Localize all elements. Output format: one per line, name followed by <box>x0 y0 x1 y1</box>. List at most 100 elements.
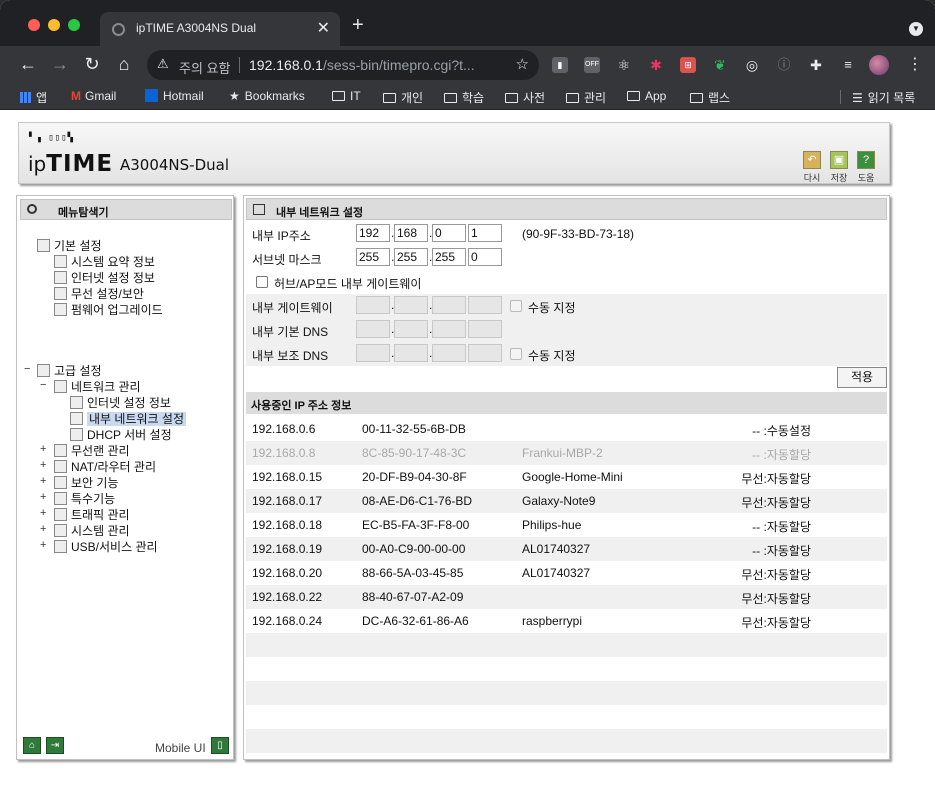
menu-system-management[interactable]: 시스템 관리 <box>54 522 130 539</box>
menu-traffic[interactable]: 트래픽 관리 <box>54 506 130 523</box>
dns2-octet-4[interactable] <box>468 344 502 362</box>
gateway-octet-3[interactable] <box>432 296 466 314</box>
bookmark-folder-study[interactable]: 학습 <box>444 89 484 106</box>
expand-icon[interactable]: + <box>40 507 46 519</box>
url-text[interactable]: 192.168.0.1/sess-bin/timepro.cgi?t... <box>249 57 475 73</box>
info-extension-icon[interactable]: ⓘ <box>776 57 792 73</box>
expand-icon[interactable]: + <box>40 523 46 535</box>
target-extension-icon[interactable]: ◎ <box>744 57 760 73</box>
reading-list-button[interactable]: ☰ 읽기 목록 <box>852 89 915 106</box>
expand-icon[interactable]: + <box>40 459 46 471</box>
home-icon[interactable]: ⌂ <box>23 737 41 754</box>
expand-icon[interactable]: + <box>40 475 46 487</box>
logout-icon[interactable]: ⇥ <box>46 737 64 754</box>
menu-network-management[interactable]: 네트워크 관리 <box>54 378 141 395</box>
back-arrow-icon[interactable]: ← <box>18 54 38 74</box>
bookmark-apps[interactable]: 앱 <box>20 89 47 106</box>
bookmark-folder-it[interactable]: IT <box>332 89 361 103</box>
expand-icon[interactable]: + <box>40 491 46 503</box>
security-status[interactable]: 주의 요함 <box>179 58 230 77</box>
undo-icon[interactable]: ↶ <box>803 151 821 169</box>
mobile-ui-label[interactable]: Mobile UI <box>155 741 206 755</box>
menu-internet-info[interactable]: 인터넷 설정 정보 <box>54 269 155 286</box>
ip-octet-3[interactable]: 0 <box>432 224 466 242</box>
menu-system-summary[interactable]: 시스템 요약 정보 <box>54 253 155 270</box>
home-icon[interactable]: ⌂ <box>114 54 134 74</box>
mobile-phone-icon[interactable]: ▯ <box>211 737 229 754</box>
expand-icon[interactable]: + <box>40 539 46 551</box>
subnet-octet-3[interactable]: 255 <box>432 248 466 266</box>
menu-internet-settings[interactable]: 인터넷 설정 정보 <box>70 394 171 411</box>
subnet-octet-2[interactable]: 255 <box>394 248 428 266</box>
dns2-octet-3[interactable] <box>432 344 466 362</box>
collapse-advanced-icon[interactable]: − <box>24 363 30 375</box>
gateway-manual-checkbox[interactable] <box>510 300 522 312</box>
profile-avatar[interactable] <box>869 55 889 75</box>
menu-special-features[interactable]: 특수기능 <box>54 490 115 507</box>
bookmark-folder-manage[interactable]: 관리 <box>566 89 606 106</box>
office-extension-icon[interactable]: ▮ <box>552 57 568 73</box>
bookmark-bookmarks[interactable]: ★ Bookmarks <box>229 89 305 103</box>
apply-button[interactable]: 적용 <box>837 367 887 388</box>
browser-tab[interactable]: ipTIME A3004NS Dual ✕ <box>100 12 340 46</box>
save-label[interactable]: 저장 <box>824 171 854 184</box>
close-window-button[interactable] <box>28 19 40 31</box>
subnet-octet-4[interactable]: 0 <box>468 248 502 266</box>
menu-basic-settings[interactable]: 기본 설정 <box>37 237 102 254</box>
tab-close-icon[interactable]: ✕ <box>317 18 330 38</box>
dns1-octet-2[interactable] <box>394 320 428 338</box>
media-queue-icon[interactable]: ≡ <box>840 57 856 73</box>
minimize-window-button[interactable] <box>48 19 60 31</box>
dns1-octet-4[interactable] <box>468 320 502 338</box>
menu-nat-router[interactable]: NAT/라우터 관리 <box>54 458 156 475</box>
dns2-octet-1[interactable] <box>356 344 390 362</box>
collapse-network-icon[interactable]: − <box>40 379 46 391</box>
new-tab-button[interactable]: + <box>352 14 364 37</box>
dns-manual-checkbox[interactable] <box>510 348 522 360</box>
sitemap-extension-icon[interactable]: ⊞ <box>680 57 696 73</box>
bookmark-folder-labs[interactable]: 랩스 <box>690 89 730 106</box>
extensions-puzzle-icon[interactable]: ✚ <box>808 57 824 73</box>
expand-icon[interactable]: + <box>40 443 46 455</box>
bookmark-folder-dictionary[interactable]: 사전 <box>505 89 545 106</box>
gateway-octet-2[interactable] <box>394 296 428 314</box>
menu-lan-settings[interactable]: 내부 네트워크 설정 <box>70 410 186 427</box>
tab-search-icon[interactable]: ▼ <box>909 22 923 36</box>
evernote-extension-icon[interactable]: ❦ <box>712 57 728 73</box>
reload-icon[interactable]: ↻ <box>82 54 102 74</box>
menu-firmware-upgrade[interactable]: 펌웨어 업그레이드 <box>54 301 163 318</box>
menu-wireless-management[interactable]: 무선랜 관리 <box>54 442 130 459</box>
react-extension-icon[interactable]: ⚛ <box>616 57 632 73</box>
off-extension-icon[interactable]: OFF <box>584 57 600 73</box>
pinwheel-extension-icon[interactable]: ✱ <box>648 57 664 73</box>
undo-label[interactable]: 다시 <box>797 171 827 184</box>
menu-dhcp-settings[interactable]: DHCP 서버 설정 <box>70 426 172 443</box>
help-icon[interactable]: ? <box>857 151 875 169</box>
bookmark-hotmail[interactable]: Hotmail <box>145 89 204 103</box>
bookmark-star-icon[interactable]: ☆ <box>516 55 529 73</box>
hub-ap-checkbox[interactable] <box>256 276 268 288</box>
menu-usb-services[interactable]: USB/서비스 관리 <box>54 538 158 555</box>
forward-arrow-icon[interactable]: → <box>50 54 70 74</box>
warning-icon[interactable]: ⚠ <box>157 56 169 72</box>
gateway-octet-4[interactable] <box>468 296 502 314</box>
menu-wireless-security[interactable]: 무선 설정/보안 <box>54 285 144 302</box>
subnet-octet-1[interactable]: 255 <box>356 248 390 266</box>
bookmark-gmail[interactable]: M Gmail <box>71 89 116 103</box>
dns2-octet-2[interactable] <box>394 344 428 362</box>
address-bar[interactable]: ⚠ 주의 요함 192.168.0.1/sess-bin/timepro.cgi… <box>147 50 539 80</box>
dns1-octet-1[interactable] <box>356 320 390 338</box>
bookmark-folder-app[interactable]: App <box>627 89 666 103</box>
menu-advanced-settings[interactable]: 고급 설정 <box>37 362 102 379</box>
menu-security[interactable]: 보안 기능 <box>54 474 119 491</box>
gateway-octet-1[interactable] <box>356 296 390 314</box>
help-label[interactable]: 도움 <box>851 171 881 184</box>
save-icon[interactable]: ▣ <box>830 151 848 169</box>
dns1-octet-3[interactable] <box>432 320 466 338</box>
ip-octet-4[interactable]: 1 <box>468 224 502 242</box>
browser-menu-icon[interactable]: ⋮ <box>907 54 923 74</box>
maximize-window-button[interactable] <box>68 19 80 31</box>
ip-octet-2[interactable]: 168 <box>394 224 428 242</box>
bookmark-folder-personal[interactable]: 개인 <box>383 89 423 106</box>
ip-octet-1[interactable]: 192 <box>356 224 390 242</box>
